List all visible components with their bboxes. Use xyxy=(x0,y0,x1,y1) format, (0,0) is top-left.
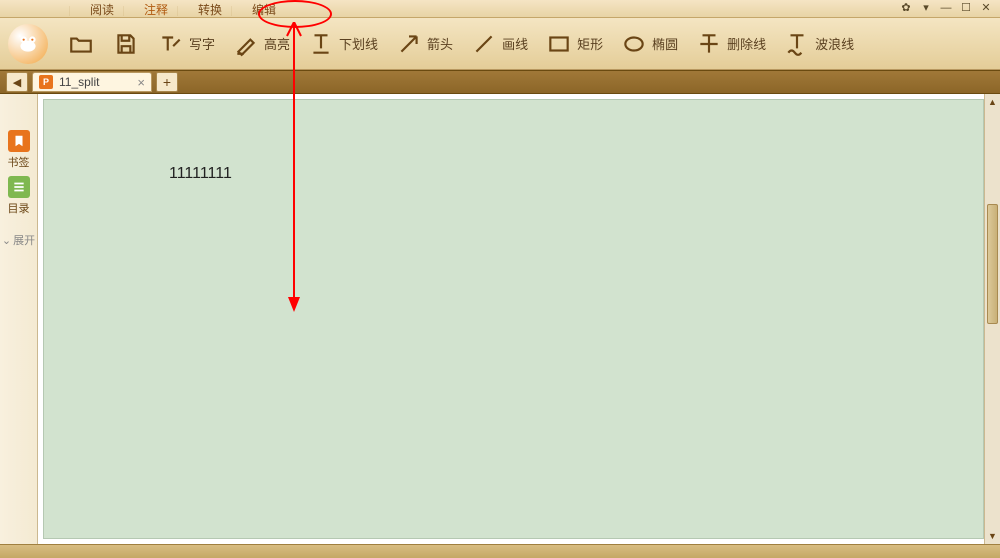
tool-arrow[interactable]: 箭头 xyxy=(389,26,459,62)
tool-text[interactable]: 写字 xyxy=(151,26,221,62)
save-button[interactable] xyxy=(106,26,146,62)
scroll-thumb[interactable] xyxy=(987,204,998,324)
tool-strikeout-label: 删除线 xyxy=(727,34,766,53)
pin-icon[interactable]: ▾ xyxy=(920,2,932,14)
scroll-down-icon[interactable]: ▼ xyxy=(985,528,1000,544)
tool-highlight-label: 高亮 xyxy=(264,34,290,53)
save-icon xyxy=(112,30,140,58)
toc-icon xyxy=(8,176,30,198)
scroll-up-icon[interactable]: ▲ xyxy=(985,94,1000,110)
tab-nav-back[interactable]: ◀ xyxy=(6,72,28,92)
title-bar: 阅读 注释 转换 编辑 ✿ ▾ — ☐ ✕ xyxy=(0,0,1000,18)
arrow-icon xyxy=(395,30,423,58)
add-tab-button[interactable]: + xyxy=(156,72,178,92)
sidebar-expand[interactable]: ⌄ 展开 xyxy=(2,232,35,248)
toolbar: 写字 高亮 下划线 箭头 画线 矩形 椭圆 xyxy=(0,18,1000,70)
pdf-badge-icon: P xyxy=(39,75,53,89)
tool-wave-label: 波浪线 xyxy=(815,34,854,53)
menu-tab-convert[interactable]: 转换 xyxy=(183,0,237,18)
maximize-icon[interactable]: ☐ xyxy=(960,2,972,14)
doc-tab-label: 11_split xyxy=(59,75,99,89)
sidebar-toc-label: 目录 xyxy=(8,200,30,216)
text-pen-icon xyxy=(157,30,185,58)
close-icon[interactable]: ✕ xyxy=(980,2,992,14)
wave-icon xyxy=(783,30,811,58)
strikeout-icon xyxy=(695,30,723,58)
tool-text-label: 写字 xyxy=(189,34,215,53)
sidebar-item-toc[interactable]: 目录 xyxy=(4,176,34,216)
tool-arrow-label: 箭头 xyxy=(427,34,453,53)
menu-tabs: 阅读 注释 转换 编辑 xyxy=(75,0,291,18)
tool-ellipse[interactable]: 椭圆 xyxy=(614,26,684,62)
menu-tab-annotate[interactable]: 注释 xyxy=(129,0,183,18)
document-text: 11111111 xyxy=(169,165,232,183)
folder-open-icon xyxy=(67,30,95,58)
doc-tab-close-icon[interactable]: × xyxy=(137,75,145,90)
tool-highlight[interactable]: 高亮 xyxy=(226,26,296,62)
tool-underline[interactable]: 下划线 xyxy=(301,26,384,62)
sidebar: 书签 目录 ⌄ 展开 xyxy=(0,94,38,544)
doc-tabbar: ◀ P 11_split × + xyxy=(0,70,1000,94)
skin-icon[interactable]: ✿ xyxy=(900,2,912,14)
open-button[interactable] xyxy=(61,26,101,62)
doc-tab[interactable]: P 11_split × xyxy=(32,72,152,92)
chevron-down-icon: ⌄ xyxy=(2,234,11,247)
sidebar-item-bookmark[interactable]: 书签 xyxy=(4,130,34,170)
tool-line-label: 画线 xyxy=(502,34,528,53)
tool-underline-label: 下划线 xyxy=(339,34,378,53)
sidebar-bookmark-label: 书签 xyxy=(8,154,30,170)
document-canvas[interactable]: 11111111 xyxy=(43,99,984,539)
menu-tab-edit[interactable]: 编辑 xyxy=(237,0,291,18)
menu-tab-read[interactable]: 阅读 xyxy=(75,0,129,18)
tool-rect[interactable]: 矩形 xyxy=(539,26,609,62)
vertical-scrollbar[interactable]: ▲ ▼ xyxy=(984,94,1000,544)
app-logo[interactable] xyxy=(8,24,48,64)
minimize-icon[interactable]: — xyxy=(940,2,952,14)
highlight-icon xyxy=(232,30,260,58)
tool-wave[interactable]: 波浪线 xyxy=(777,26,860,62)
line-icon xyxy=(470,30,498,58)
tool-rect-label: 矩形 xyxy=(577,34,603,53)
status-bar xyxy=(0,544,1000,558)
tool-strikeout[interactable]: 删除线 xyxy=(689,26,772,62)
rect-icon xyxy=(545,30,573,58)
canvas-wrap: 11111111 ▲ ▼ xyxy=(38,94,1000,544)
tool-ellipse-label: 椭圆 xyxy=(652,34,678,53)
underline-icon xyxy=(307,30,335,58)
tool-line[interactable]: 画线 xyxy=(464,26,534,62)
window-controls: ✿ ▾ — ☐ ✕ xyxy=(900,2,992,14)
bookmark-icon xyxy=(8,130,30,152)
workspace: 书签 目录 ⌄ 展开 11111111 ▲ ▼ xyxy=(0,94,1000,544)
ellipse-icon xyxy=(620,30,648,58)
sidebar-expand-label: 展开 xyxy=(13,232,35,248)
